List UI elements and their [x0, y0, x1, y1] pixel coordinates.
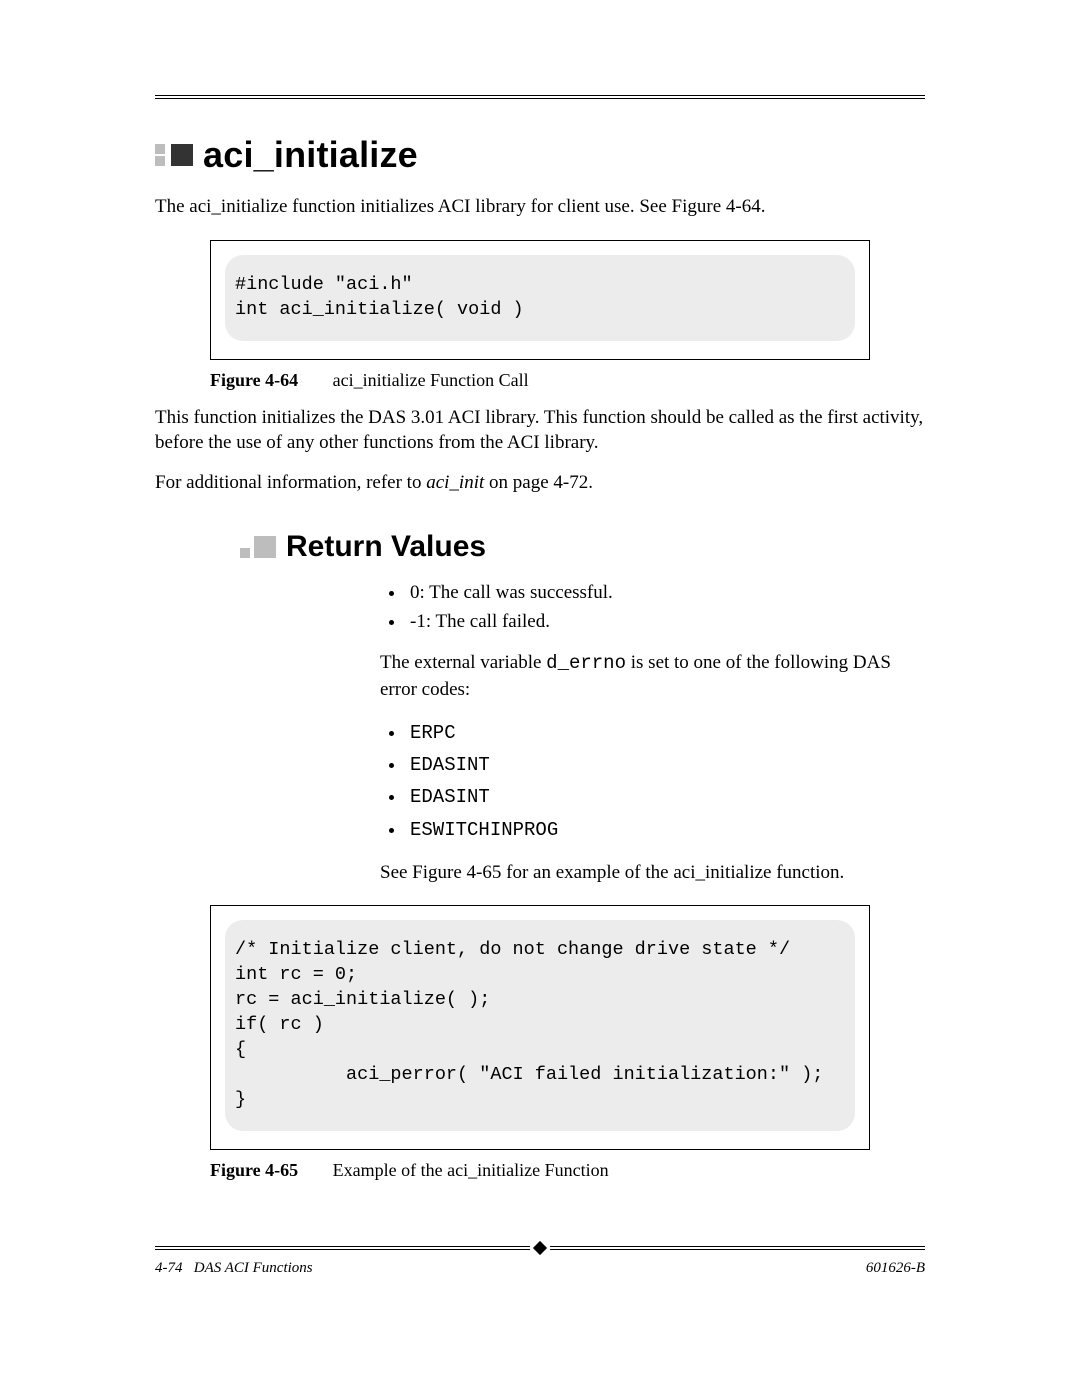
figure-2-caption: Figure 4-65 Example of the aci_initializ…: [210, 1160, 925, 1181]
post-fig1-p2: For additional information, refer to aci…: [155, 470, 925, 496]
heading-bullet-icon: [155, 144, 193, 166]
figure-1-caption: Figure 4-64 aci_initialize Function Call: [210, 370, 925, 391]
code-block-2: /* Initialize client, do not change driv…: [235, 938, 845, 1113]
errno-code: d_errno: [546, 652, 626, 674]
page: aci_initialize The aci_initialize functi…: [0, 0, 1080, 1397]
code-figure-2: /* Initialize client, do not change driv…: [210, 905, 870, 1150]
return-values-block: 0: The call was successful. -1: The call…: [380, 578, 925, 886]
footer-text-row: 4-74 DAS ACI Functions 601626-B: [155, 1260, 925, 1277]
see-fig-65: See Figure 4-65 for an example of the ac…: [380, 860, 925, 886]
p2-ref: aci_init: [426, 472, 484, 493]
list-item: EDASINT: [406, 781, 925, 813]
figure-1-label: Figure 4-64: [210, 370, 298, 390]
code-inset-2: /* Initialize client, do not change driv…: [225, 920, 855, 1131]
footer-right: 601626-B: [866, 1260, 925, 1277]
p2-pre: For additional information, refer to: [155, 472, 426, 493]
list-item: -1: The call failed.: [406, 607, 925, 636]
error-code: EDASINT: [410, 786, 490, 808]
code-inset-1: #include "aci.h" int aci_initialize( voi…: [225, 255, 855, 341]
heading-2: Return Values: [286, 530, 486, 564]
diamond-icon: [533, 1241, 547, 1255]
figure-2-caption-text: Example of the aci_initialize Function: [333, 1160, 609, 1180]
code-block-1: #include "aci.h" int aci_initialize( voi…: [235, 273, 845, 323]
error-code: ERPC: [410, 722, 456, 744]
list-item: ESWITCHINPROG: [406, 814, 925, 846]
content-frame: aci_initialize The aci_initialize functi…: [155, 95, 925, 1195]
list-item: 0: The call was successful.: [406, 578, 925, 607]
footer-page-number: 4-74: [155, 1260, 183, 1276]
figure-2-label: Figure 4-65: [210, 1160, 298, 1180]
heading-2-row: Return Values: [240, 530, 925, 564]
code-figure-1: #include "aci.h" int aci_initialize( voi…: [210, 240, 870, 360]
footer-rule: [155, 1246, 925, 1254]
list-item: EDASINT: [406, 749, 925, 781]
heading-1: aci_initialize: [203, 134, 418, 176]
intro-paragraph: The aci_initialize function initializes …: [155, 194, 925, 220]
p2-post: on page 4-72.: [484, 472, 593, 493]
error-code: EDASINT: [410, 754, 490, 776]
figure-1-caption-text: aci_initialize Function Call: [333, 370, 529, 390]
list-item: ERPC: [406, 717, 925, 749]
footer-left: 4-74 DAS ACI Functions: [155, 1260, 313, 1277]
top-rule: [155, 95, 925, 99]
page-footer: 4-74 DAS ACI Functions 601626-B: [155, 1246, 925, 1277]
error-codes-list: ERPC EDASINT EDASINT ESWITCHINPROG: [380, 717, 925, 846]
heading-1-row: aci_initialize: [155, 134, 925, 176]
post-fig1-p1: This function initializes the DAS 3.01 A…: [155, 405, 925, 456]
error-code: ESWITCHINPROG: [410, 819, 558, 841]
return-values-list: 0: The call was successful. -1: The call…: [380, 578, 925, 637]
heading-bullet-icon: [240, 536, 276, 558]
errno-pre: The external variable: [380, 652, 546, 673]
footer-chapter-title: DAS ACI Functions: [194, 1260, 313, 1276]
errno-paragraph: The external variable d_errno is set to …: [380, 650, 925, 702]
